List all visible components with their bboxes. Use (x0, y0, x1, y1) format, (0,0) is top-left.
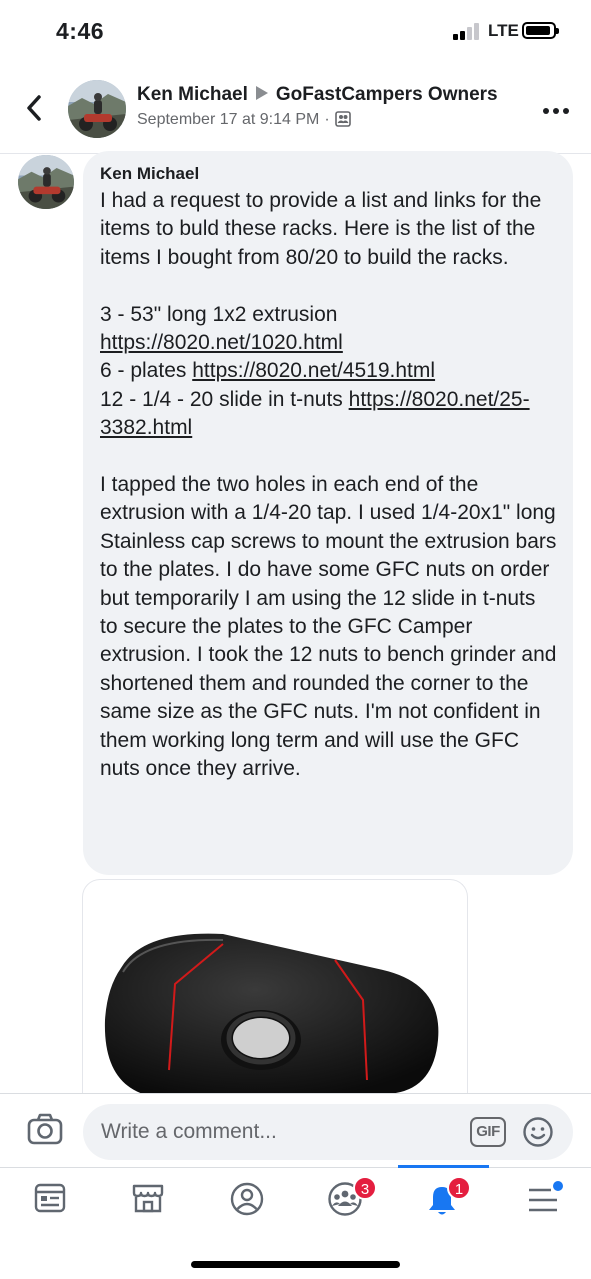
emoji-icon[interactable] (522, 1116, 554, 1148)
profile-icon (230, 1182, 264, 1216)
author-avatar[interactable] (68, 80, 126, 138)
item-list: 3 - 53" long 1x2 extrusion https://8020.… (100, 301, 557, 443)
status-bar: 4:46 LTE (0, 0, 591, 64)
tab-menu[interactable] (503, 1168, 583, 1228)
post-date[interactable]: September 17 at 9:14 PM (137, 111, 319, 128)
comment-bubble[interactable]: Ken Michael I had a request to provide a… (83, 151, 573, 875)
gif-button[interactable]: GIF (470, 1117, 506, 1147)
menu-notification-dot (553, 1181, 563, 1191)
news-feed-icon (34, 1183, 66, 1213)
comment-author-name[interactable]: Ken Michael (100, 163, 557, 185)
item-link[interactable]: https://8020.net/1020.html (100, 331, 343, 354)
meta-separator: · (324, 111, 330, 128)
comment-composer: Write a comment... GIF (0, 1093, 591, 1167)
tab-bar: 3 1 (0, 1165, 591, 1279)
cell-signal-icon (453, 22, 483, 40)
arrow-right-icon (255, 86, 268, 100)
group-name-link[interactable]: GoFastCampers Owners (276, 84, 498, 105)
tab-profile[interactable] (206, 1168, 286, 1228)
groups-badge: 3 (353, 1176, 377, 1200)
comment-photo[interactable] (82, 879, 468, 1093)
comment-text: I had a request to provide a list and li… (100, 187, 557, 784)
comment-intro: I had a request to provide a list and li… (100, 189, 542, 269)
tab-groups[interactable]: 3 (303, 1168, 383, 1228)
tab-news-feed[interactable] (10, 1168, 90, 1228)
post-header: Ken Michael GoFastCampers Owners Septembe… (0, 66, 591, 154)
list-item: 12 - 1/4 - 20 slide in t-nuts https://80… (100, 387, 530, 440)
group-privacy-icon (334, 111, 351, 127)
item-link[interactable]: https://8020.net/4519.html (192, 359, 435, 382)
battery-icon (522, 22, 559, 39)
list-item: 6 - plates https://8020.net/4519.html (100, 359, 436, 383)
comment-placeholder: Write a comment... (101, 1120, 277, 1143)
comment-author-avatar[interactable] (18, 155, 74, 209)
back-chevron-icon[interactable] (22, 92, 46, 124)
camera-icon[interactable] (27, 1112, 63, 1146)
more-options-icon[interactable] (543, 106, 571, 116)
network-type: LTE (488, 21, 519, 40)
notifications-badge: 1 (447, 1176, 471, 1200)
tab-notifications[interactable]: 1 (403, 1168, 483, 1228)
tab-marketplace[interactable] (107, 1168, 187, 1228)
comment-body: I tapped the two holes in each end of th… (100, 473, 557, 781)
list-item: 3 - 53" long 1x2 extrusion https://8020.… (100, 302, 343, 355)
home-indicator (191, 1261, 400, 1268)
marketplace-icon (132, 1184, 164, 1213)
author-name-link[interactable]: Ken Michael (137, 84, 248, 105)
comment-input[interactable]: Write a comment... GIF (83, 1104, 573, 1160)
t-nut-photo (104, 933, 439, 1093)
post-title: Ken Michael GoFastCampers Owners (137, 84, 498, 106)
status-time: 4:46 (56, 18, 105, 44)
post-meta: September 17 at 9:14 PM · (137, 111, 351, 129)
